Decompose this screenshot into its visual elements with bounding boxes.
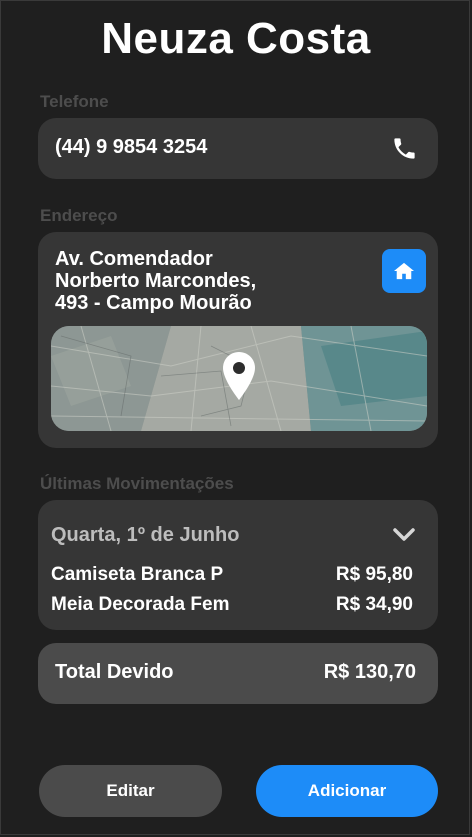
edit-button[interactable]: Editar	[39, 765, 222, 817]
address-text: Av. Comendador Norberto Marcondes, 493 -…	[55, 248, 355, 314]
total-value: R$ 130,70	[323, 661, 416, 683]
address-line: Av. Comendador	[55, 248, 213, 270]
item-name: Camiseta Branca P	[51, 564, 224, 585]
contact-name: Neuza Costa	[101, 14, 371, 63]
total-label: Total Devido	[55, 661, 174, 683]
phone-icon[interactable]	[391, 135, 418, 162]
movement-date: Quarta, 1º de Junho	[51, 524, 240, 546]
item-name: Meia Decorada Fem	[51, 594, 230, 615]
address-line: Norberto Marcondes,	[55, 270, 257, 292]
movements-card: Quarta, 1º de Junho Camiseta Branca P R$…	[38, 500, 438, 630]
total-card: Total Devido R$ 130,70	[38, 643, 438, 704]
phone-number: (44) 9 9854 3254	[55, 136, 208, 158]
address-label: Endereço	[40, 206, 118, 225]
address-card: Av. Comendador Norberto Marcondes, 493 -…	[38, 232, 438, 448]
movement-item: Meia Decorada Fem R$ 34,90	[51, 594, 413, 616]
chevron-down-icon[interactable]	[392, 526, 416, 544]
phone-card[interactable]: (44) 9 9854 3254	[38, 118, 438, 179]
add-button[interactable]: Adicionar	[256, 765, 438, 817]
address-line: 493 - Campo Mourão	[55, 292, 252, 314]
map-image	[51, 326, 427, 431]
movements-label: Últimas Movimentações	[40, 474, 234, 493]
home-icon	[394, 262, 414, 280]
item-price: R$ 34,90	[335, 594, 413, 615]
home-button[interactable]	[382, 249, 426, 293]
movement-item: Camiseta Branca P R$ 95,80	[51, 564, 413, 586]
item-price: R$ 95,80	[335, 564, 413, 585]
map-preview[interactable]	[51, 326, 427, 431]
phone-label: Telefone	[40, 92, 109, 111]
